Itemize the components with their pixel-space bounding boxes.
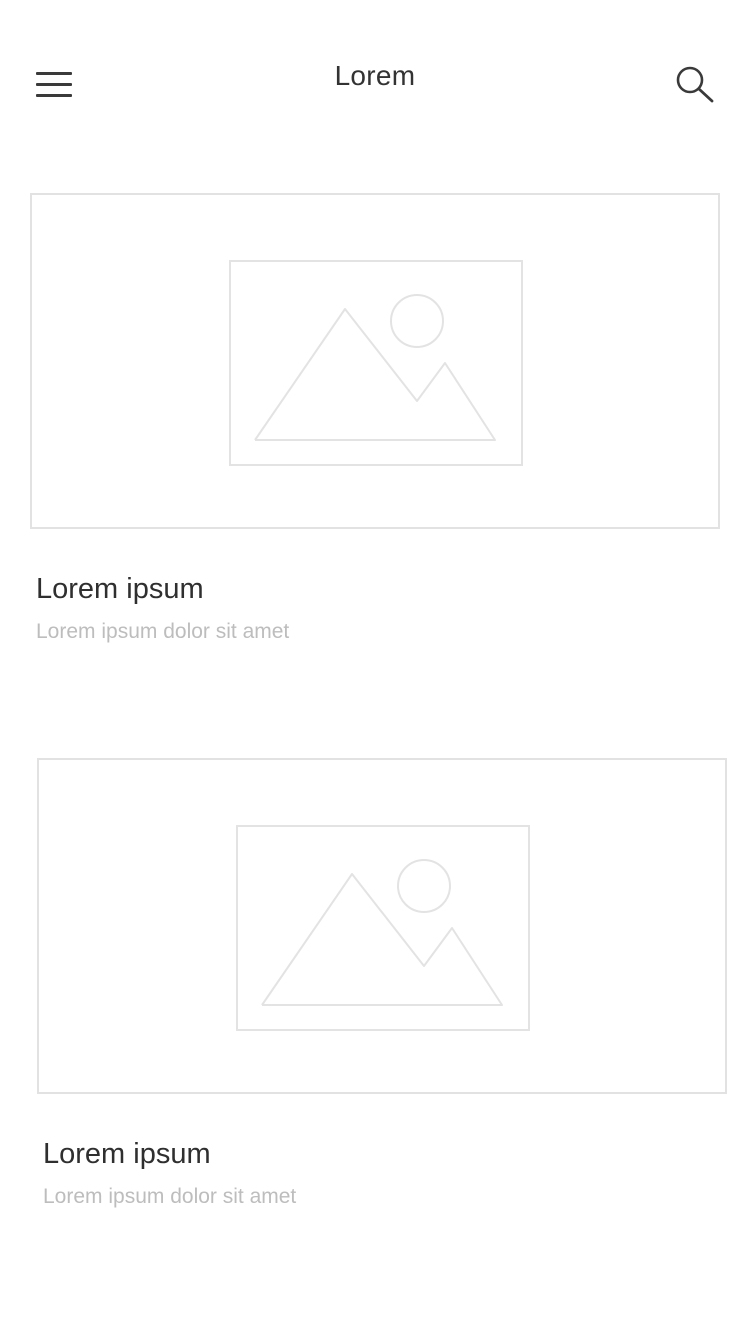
content-card[interactable]: Lorem ipsum Lorem ipsum dolor sit amet: [37, 758, 727, 1210]
top-app-bar: Lorem: [0, 0, 750, 160]
card-subtitle: Lorem ipsum dolor sit amet: [36, 620, 290, 643]
card-title: Lorem ipsum: [36, 573, 204, 605]
card-subtitle: Lorem ipsum dolor sit amet: [43, 1185, 297, 1208]
image-placeholder-icon: [229, 260, 523, 466]
image-placeholder-icon: [236, 825, 530, 1031]
hamburger-menu-icon-bar: [36, 93, 72, 97]
content-card[interactable]: Lorem ipsum Lorem ipsum dolor sit amet: [30, 193, 720, 645]
card-image[interactable]: [37, 758, 727, 1094]
card-image[interactable]: [30, 193, 720, 529]
card-title: Lorem ipsum: [43, 1138, 211, 1170]
search-icon: [676, 66, 714, 103]
screen: Lorem Lorem ipsum Lorem ipsum dolor sit …: [0, 0, 750, 1334]
page-title: Lorem: [334, 60, 416, 91]
search-button[interactable]: [670, 62, 720, 108]
